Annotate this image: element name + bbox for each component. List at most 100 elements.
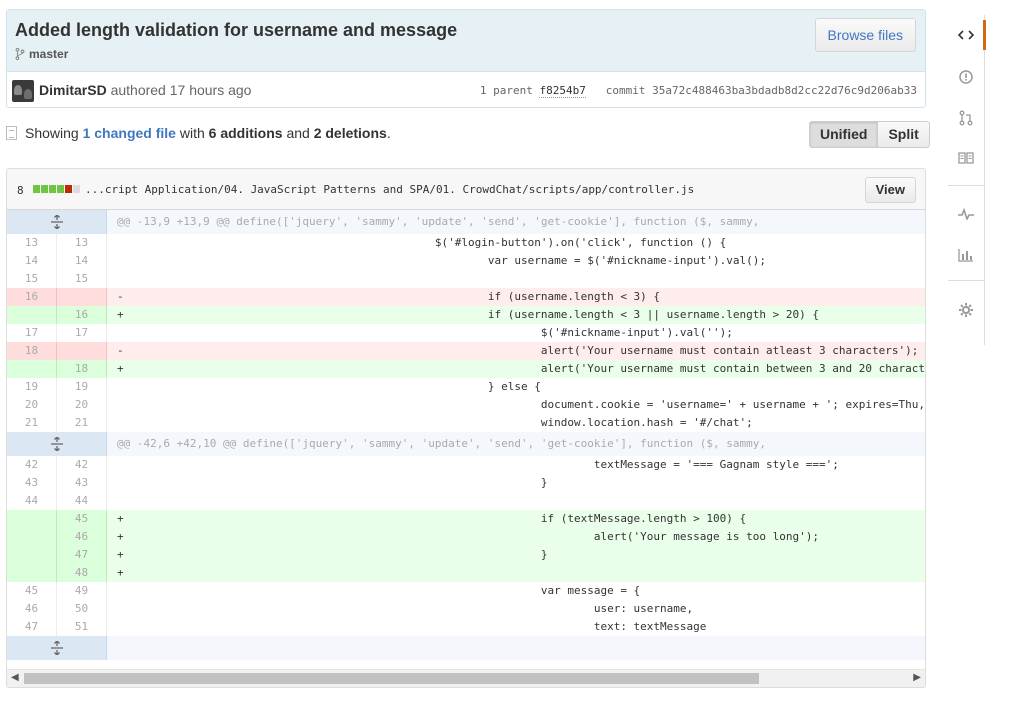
new-line-number[interactable]: 47 xyxy=(57,546,107,564)
old-line-number[interactable]: 42 xyxy=(7,456,57,474)
old-line-number[interactable]: 45 xyxy=(7,582,57,600)
expand-icon[interactable] xyxy=(50,215,64,229)
old-line-number[interactable]: 15 xyxy=(7,270,57,288)
old-line-number[interactable] xyxy=(7,510,57,528)
file-path: ...cript Application/04. JavaScript Patt… xyxy=(85,183,695,196)
new-line-number[interactable]: 19 xyxy=(57,378,107,396)
new-line-number[interactable] xyxy=(57,342,107,360)
old-line-number[interactable]: 19 xyxy=(7,378,57,396)
code-line: $('#nickname-input').val(''); xyxy=(117,326,733,339)
parent-sha-link[interactable]: f8254b7 xyxy=(539,84,586,98)
new-line-number[interactable]: 43 xyxy=(57,474,107,492)
expand-button[interactable] xyxy=(7,210,107,234)
branch-label[interactable]: master xyxy=(15,47,68,61)
expand-icon[interactable] xyxy=(50,437,64,451)
expand-button[interactable] xyxy=(7,636,107,660)
diff-summary: Showing 1 changed file with 6 additions … xyxy=(6,125,391,141)
old-line-number[interactable]: 16 xyxy=(7,288,57,306)
code-line: - if (username.length < 3) { xyxy=(117,290,661,303)
new-line-number[interactable]: 42 xyxy=(57,456,107,474)
old-line-number[interactable]: 21 xyxy=(7,414,57,432)
wiki-tab[interactable] xyxy=(948,143,984,173)
hunk-header: @@ -13,9 +13,9 @@ define(['jquery', 'sam… xyxy=(7,210,925,234)
code-line: + alert('Your message is too long'); xyxy=(117,530,819,543)
diff-view-toggle: Unified Split xyxy=(809,121,930,148)
code-line: - alert('Your username must contain atle… xyxy=(117,344,919,357)
new-line-number[interactable]: 13 xyxy=(57,234,107,252)
old-line-number[interactable]: 44 xyxy=(7,492,57,510)
new-line-number[interactable]: 14 xyxy=(57,252,107,270)
pull-requests-tab[interactable] xyxy=(948,103,984,133)
old-line-number[interactable]: 20 xyxy=(7,396,57,414)
old-line-number[interactable]: 18 xyxy=(7,342,57,360)
scroll-right-icon[interactable]: ▶ xyxy=(913,672,921,683)
issues-tab[interactable] xyxy=(948,62,984,92)
parent-label: 1 parent xyxy=(479,84,533,97)
branch-icon xyxy=(15,48,25,60)
old-line-number[interactable] xyxy=(7,306,57,324)
code-tab[interactable] xyxy=(949,20,986,50)
code-line: document.cookie = 'username=' + username… xyxy=(117,398,926,411)
settings-icon xyxy=(959,303,973,317)
commit-title-bar: Added length validation for username and… xyxy=(7,10,925,72)
code-line: $('#login-button').on('click', function … xyxy=(117,236,727,249)
unified-button[interactable]: Unified xyxy=(809,121,879,148)
old-line-number[interactable] xyxy=(7,528,57,546)
expand-icon[interactable] xyxy=(50,641,64,655)
new-line-number[interactable]: 51 xyxy=(57,618,107,636)
view-file-button[interactable]: View xyxy=(864,177,916,203)
code-line: window.location.hash = '#/chat'; xyxy=(117,416,753,429)
graphs-tab[interactable] xyxy=(948,240,984,270)
new-line-number[interactable]: 20 xyxy=(57,396,107,414)
old-line-number[interactable]: 43 xyxy=(7,474,57,492)
new-line-number[interactable]: 21 xyxy=(57,414,107,432)
code-line: + xyxy=(117,566,124,579)
context-line: 13 13 $('#login-button').on('click', func… xyxy=(7,234,925,252)
code-line: text: textMessage xyxy=(117,620,707,633)
browse-files-button[interactable]: Browse files xyxy=(814,18,916,52)
new-line-number[interactable]: 46 xyxy=(57,528,107,546)
old-line-number[interactable]: 17 xyxy=(7,324,57,342)
context-line: 20 20 document.cookie = 'username=' + use… xyxy=(7,396,925,414)
author-name[interactable]: DimitarSD xyxy=(39,82,107,98)
scroll-left-icon[interactable]: ◀ xyxy=(11,672,19,683)
added-line: 45 + if (textMessage.length > 100) { xyxy=(7,510,925,528)
pulse-tab[interactable] xyxy=(948,199,984,229)
new-line-number[interactable]: 44 xyxy=(57,492,107,510)
new-line-number[interactable] xyxy=(57,288,107,306)
old-line-number[interactable] xyxy=(7,360,57,378)
code-icon xyxy=(958,30,974,40)
split-button[interactable]: Split xyxy=(878,121,930,148)
new-line-number[interactable]: 48 xyxy=(57,564,107,582)
context-line: 14 14 var username = $('#nickname-input')… xyxy=(7,252,925,270)
old-line-number[interactable]: 46 xyxy=(7,600,57,618)
context-line: 42 42 textMessage = '=== Gagnam style ===… xyxy=(7,456,925,474)
expand-button[interactable] xyxy=(7,432,107,456)
new-line-number[interactable]: 15 xyxy=(57,270,107,288)
issue-icon xyxy=(959,70,973,84)
changed-files-link[interactable]: 1 changed file xyxy=(83,125,176,141)
horizontal-scrollbar[interactable]: ◀ ▶ xyxy=(7,669,925,687)
new-line-number[interactable]: 50 xyxy=(57,600,107,618)
pulse-icon xyxy=(958,208,974,220)
old-line-number[interactable]: 13 xyxy=(7,234,57,252)
new-line-number[interactable]: 49 xyxy=(57,582,107,600)
settings-tab[interactable] xyxy=(948,295,984,325)
code-line: textMessage = '=== Gagnam style ==='; xyxy=(117,458,839,471)
branch-name: master xyxy=(29,47,69,61)
code-line: + if (username.length < 3 || username.le… xyxy=(117,308,819,321)
old-line-number[interactable] xyxy=(7,564,57,582)
code-line: } xyxy=(117,476,548,489)
new-line-number[interactable]: 17 xyxy=(57,324,107,342)
scrollbar-thumb[interactable] xyxy=(24,673,759,684)
old-line-number[interactable] xyxy=(7,546,57,564)
context-line: 19 19 } else { xyxy=(7,378,925,396)
new-line-number[interactable]: 18 xyxy=(57,360,107,378)
new-line-number[interactable]: 16 xyxy=(57,306,107,324)
rail-divider xyxy=(948,185,984,186)
old-line-number[interactable]: 47 xyxy=(7,618,57,636)
added-line: 48 + xyxy=(7,564,925,582)
new-line-number[interactable]: 45 xyxy=(57,510,107,528)
avatar[interactable] xyxy=(12,80,34,102)
old-line-number[interactable]: 14 xyxy=(7,252,57,270)
